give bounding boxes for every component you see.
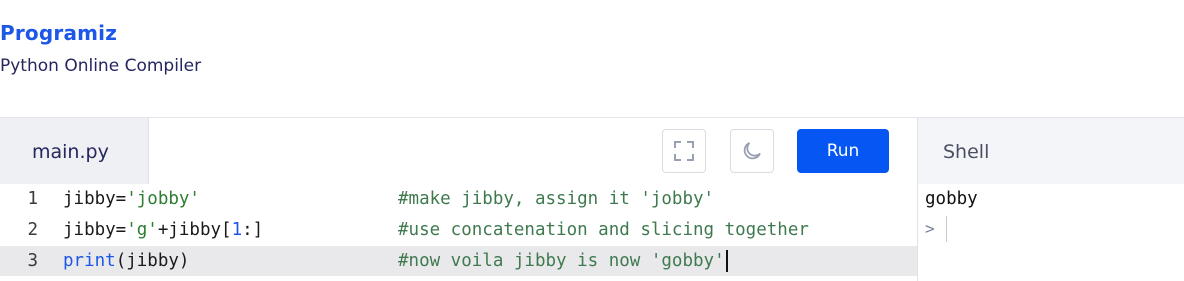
theme-toggle-button[interactable] (730, 129, 774, 173)
code-text: jibby='g'+jibby[1:] (63, 220, 264, 240)
code-comment: #use concatenation and slicing together (398, 220, 809, 240)
line-number: 2 (27, 220, 38, 240)
code-editor[interactable]: 1 jibby='jobby' #make jibby, assign it 'jo… (0, 184, 917, 281)
fullscreen-button[interactable] (662, 129, 706, 173)
tab-shell[interactable]: Shell (917, 118, 1184, 185)
code-comment: #make jibby, assign it 'jobby' (398, 189, 715, 209)
tab-shell-label: Shell (943, 140, 990, 163)
code-text: print(jibby) (63, 251, 190, 271)
moon-icon (743, 142, 761, 160)
toolbar-actions: Run (149, 118, 917, 185)
line-number: 3 (27, 251, 38, 271)
page-subtitle: Python Online Compiler (0, 56, 202, 76)
line-number: 1 (27, 189, 38, 209)
editor-toolbar: main.py Run Shell (0, 117, 1184, 185)
code-line[interactable]: 2 jibby='g'+jibby[1:] #use concatenation a… (0, 215, 917, 245)
fullscreen-icon (674, 141, 694, 161)
shell-input-caret[interactable] (946, 216, 947, 242)
code-line[interactable]: 1 jibby='jobby' #make jibby, assign it 'jo… (0, 184, 917, 214)
brand: Programiz (0, 18, 117, 48)
run-button[interactable]: Run (797, 129, 889, 173)
shell-prompt-icon: > (925, 219, 935, 238)
programiz-logo[interactable]: Programiz (0, 21, 117, 45)
tab-main-py[interactable]: main.py (0, 118, 149, 185)
text-cursor (725, 250, 728, 272)
shell-panel[interactable]: gobby > (917, 184, 1184, 281)
shell-output: gobby (925, 189, 978, 209)
code-text: jibby='jobby' (63, 189, 200, 209)
code-comment: #now voila jibby is now 'gobby' (398, 246, 728, 276)
code-line[interactable]: 3 print(jibby) #now voila jibby is now 'go… (0, 246, 917, 276)
tab-main-py-label: main.py (32, 140, 109, 163)
